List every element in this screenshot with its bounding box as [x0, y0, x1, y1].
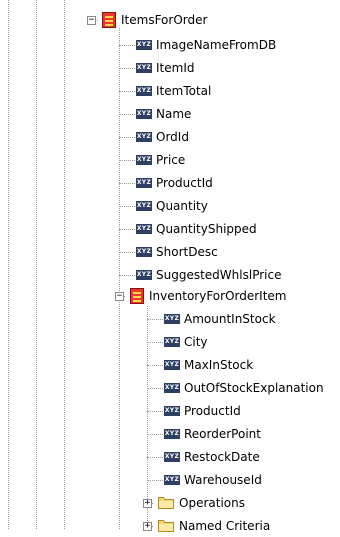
node-label: SuggestedWhlslPrice: [156, 268, 282, 282]
node-label: Price: [156, 153, 186, 167]
tree-node-inventory-for-order-item[interactable]: − InventoryForOrderItem: [115, 285, 286, 307]
tree-connector: [147, 411, 163, 412]
node-label: OrdId: [156, 130, 189, 144]
tree-connector: [147, 388, 163, 389]
tree-connector: [119, 137, 135, 138]
tree-node-attribute-quantity-shipped[interactable]: XYZ QuantityShipped: [136, 218, 257, 240]
attribute-icon: XYZ: [164, 383, 180, 393]
attribute-icon: XYZ: [136, 132, 152, 142]
tree-node-attribute-out-of-stock-explanation[interactable]: XYZ OutOfStockExplanation: [164, 377, 324, 399]
tree-node-attribute-product-id[interactable]: XYZ ProductId: [136, 172, 213, 194]
tree-connector: [147, 480, 163, 481]
attribute-icon: XYZ: [136, 40, 152, 50]
node-label: Operations: [179, 496, 245, 510]
attribute-icon: XYZ: [164, 337, 180, 347]
tree-connector: [119, 114, 135, 115]
node-label: ItemTotal: [156, 84, 212, 98]
tree-node-attribute-image-name-from-db[interactable]: XYZ ImageNameFromDB: [136, 34, 276, 56]
attribute-icon: XYZ: [164, 429, 180, 439]
tree-node-attribute-name[interactable]: XYZ Name: [136, 103, 191, 125]
node-label: MaxInStock: [184, 358, 254, 372]
structure-tree: − ItemsForOrder XYZ ImageNameFromDB XYZ Ite…: [0, 0, 340, 533]
node-label: City: [184, 335, 208, 349]
attribute-icon: XYZ: [136, 247, 152, 257]
node-label: Named Criteria: [179, 519, 271, 533]
node-label: InventoryForOrderItem: [149, 289, 287, 303]
attribute-icon: XYZ: [136, 63, 152, 73]
attribute-icon: XYZ: [164, 406, 180, 416]
attribute-icon: XYZ: [136, 201, 152, 211]
tree-connector: [119, 229, 135, 230]
tree-guide-line: [36, 0, 37, 529]
tree-connector: [119, 160, 135, 161]
tree-node-attribute-amount-in-stock[interactable]: XYZ AmountInStock: [164, 308, 276, 330]
node-label: QuantityShipped: [156, 222, 257, 236]
node-label: Quantity: [156, 199, 208, 213]
tree-connector: [119, 68, 135, 69]
node-label: ProductId: [156, 176, 213, 190]
tree-node-attribute-short-desc[interactable]: XYZ ShortDesc: [136, 241, 218, 263]
tree-guide-line: [8, 0, 9, 529]
attribute-icon: XYZ: [136, 270, 152, 280]
attribute-icon: XYZ: [164, 452, 180, 462]
node-label: ItemsForOrder: [121, 13, 208, 27]
node-label: WarehouseId: [184, 473, 262, 487]
collapse-toggle[interactable]: −: [87, 15, 96, 25]
tree-node-attribute-price[interactable]: XYZ Price: [136, 149, 185, 171]
tree-connector: [147, 434, 163, 435]
tree-node-folder-named-criteria[interactable]: + Named Criteria: [143, 515, 270, 537]
tree-node-attribute-max-in-stock[interactable]: XYZ MaxInStock: [164, 354, 253, 376]
attribute-icon: XYZ: [136, 109, 152, 119]
entity-icon: [102, 12, 116, 28]
tree-connector: [119, 91, 135, 92]
expand-toggle[interactable]: +: [143, 498, 152, 508]
attribute-icon: XYZ: [136, 155, 152, 165]
node-label: OutOfStockExplanation: [184, 381, 324, 395]
tree-connector: [147, 457, 163, 458]
node-label: RestockDate: [184, 450, 260, 464]
node-label: ProductId: [184, 404, 241, 418]
tree-node-attribute-quantity[interactable]: XYZ Quantity: [136, 195, 208, 217]
folder-icon: [158, 520, 174, 532]
tree-connector: [119, 252, 135, 253]
tree-connector: [147, 319, 163, 320]
tree-connector: [147, 342, 163, 343]
tree-connector: [119, 275, 135, 276]
tree-node-attribute-restock-date[interactable]: XYZ RestockDate: [164, 446, 260, 468]
node-label: Name: [156, 107, 192, 121]
tree-guide-line: [64, 0, 65, 529]
tree-node-attribute-item-id[interactable]: XYZ ItemId: [136, 57, 194, 79]
node-label: ReorderPoint: [184, 427, 261, 441]
tree-guide-line: [119, 28, 120, 529]
attribute-icon: XYZ: [136, 178, 152, 188]
tree-node-attribute-suggested-whlsl-price[interactable]: XYZ SuggestedWhlslPrice: [136, 264, 281, 286]
node-label: ShortDesc: [156, 245, 218, 259]
expand-toggle[interactable]: +: [143, 521, 152, 531]
node-label: ItemId: [156, 61, 195, 75]
attribute-icon: XYZ: [136, 86, 152, 96]
attribute-icon: XYZ: [164, 314, 180, 324]
tree-node-attribute-city[interactable]: XYZ City: [164, 331, 208, 353]
attribute-icon: XYZ: [164, 360, 180, 370]
tree-node-items-for-order[interactable]: − ItemsForOrder: [87, 9, 207, 31]
collapse-toggle[interactable]: −: [115, 291, 124, 301]
tree-connector: [119, 206, 135, 207]
tree-connector: [119, 45, 135, 46]
tree-connector: [147, 365, 163, 366]
tree-node-attribute-product-id[interactable]: XYZ ProductId: [164, 400, 241, 422]
tree-connector: [119, 183, 135, 184]
tree-node-folder-operations[interactable]: + Operations: [143, 492, 245, 514]
tree-node-attribute-ord-id[interactable]: XYZ OrdId: [136, 126, 189, 148]
attribute-icon: XYZ: [136, 224, 152, 234]
node-label: ImageNameFromDB: [156, 38, 277, 52]
node-label: AmountInStock: [184, 312, 276, 326]
tree-node-attribute-warehouse-id[interactable]: XYZ WarehouseId: [164, 469, 262, 491]
folder-icon: [158, 497, 174, 509]
attribute-icon: XYZ: [164, 475, 180, 485]
tree-node-attribute-reorder-point[interactable]: XYZ ReorderPoint: [164, 423, 261, 445]
tree-node-attribute-item-total[interactable]: XYZ ItemTotal: [136, 80, 211, 102]
entity-icon: [130, 288, 144, 304]
